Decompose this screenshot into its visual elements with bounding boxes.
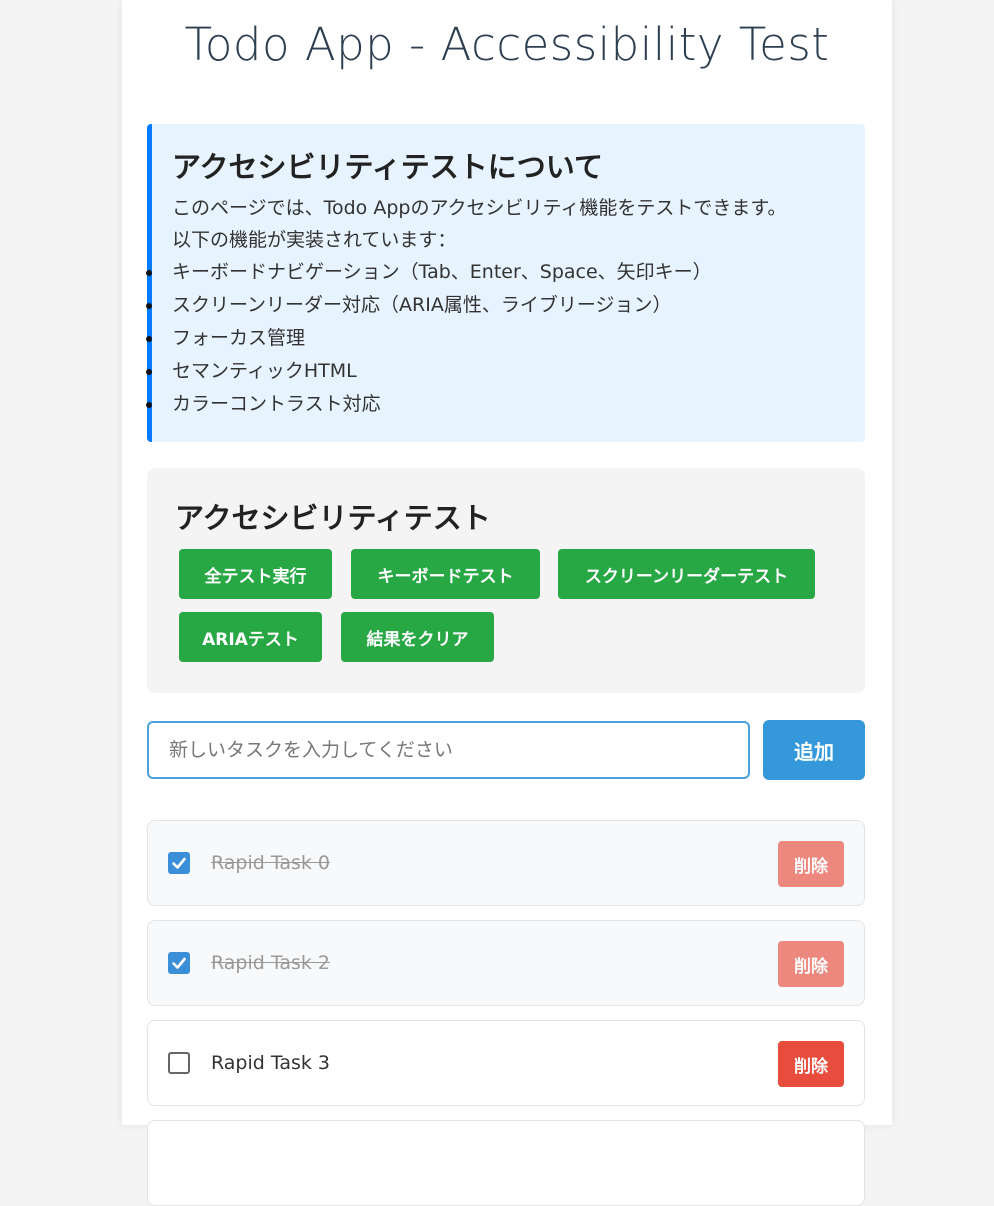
info-heading: アクセシビリティテストについて	[172, 150, 603, 184]
todo-text: Rapid Task 0	[211, 852, 331, 874]
feature-item: スクリーンリーダー対応（ARIA属性、ライブリージョン）	[146, 289, 865, 322]
add-task-button[interactable]: 追加	[763, 720, 865, 780]
feature-item: キーボードナビゲーション（Tab、Enter、Space、矢印キー）	[146, 256, 865, 289]
run-all-tests-button[interactable]: 全テスト実行	[179, 549, 332, 599]
feature-item: セマンティックHTML	[146, 355, 865, 388]
aria-test-button[interactable]: ARIAテスト	[179, 612, 322, 662]
todo-text: Rapid Task 2	[211, 952, 331, 974]
checkmark-icon	[172, 957, 186, 969]
todo-item-partial	[147, 1120, 865, 1206]
screen-reader-test-button[interactable]: スクリーンリーダーテスト	[558, 549, 815, 599]
todo-checkbox[interactable]	[168, 952, 190, 974]
page-title: Todo App - Accessibility Test	[184, 18, 830, 71]
test-heading: アクセシビリティテスト	[175, 501, 491, 535]
clear-results-button[interactable]: 結果をクリア	[341, 612, 494, 662]
accessibility-info-panel: アクセシビリティテストについて このページでは、Todo Appのアクセシビリテ…	[146, 124, 865, 442]
todo-item: Rapid Task 2 削除	[147, 920, 865, 1006]
feature-list: キーボードナビゲーション（Tab、Enter、Space、矢印キー） スクリーン…	[146, 256, 865, 421]
todo-item: Rapid Task 3 削除	[147, 1020, 865, 1106]
feature-item: カラーコントラスト対応	[146, 388, 865, 421]
info-description: このページでは、Todo Appのアクセシビリティ機能をテストできます。	[172, 197, 787, 219]
delete-task-button[interactable]: 削除	[778, 941, 844, 987]
todo-item: Rapid Task 0 削除	[147, 820, 865, 906]
accessibility-test-panel: アクセシビリティテスト 全テスト実行 キーボードテスト スクリーンリーダーテスト…	[147, 468, 865, 693]
info-list-intro: 以下の機能が実装されています：	[172, 229, 457, 251]
delete-task-button[interactable]: 削除	[778, 841, 844, 887]
todo-text: Rapid Task 3	[211, 1052, 331, 1074]
keyboard-test-button[interactable]: キーボードテスト	[351, 549, 540, 599]
feature-item: フォーカス管理	[146, 322, 865, 355]
app-container: Todo App - Accessibility Test アクセシビリティテス…	[122, 0, 892, 1206]
checkmark-icon	[172, 857, 186, 869]
new-task-input[interactable]	[147, 721, 750, 779]
todo-checkbox[interactable]	[168, 1052, 190, 1074]
delete-task-button[interactable]: 削除	[778, 1041, 844, 1087]
todo-checkbox[interactable]	[168, 852, 190, 874]
